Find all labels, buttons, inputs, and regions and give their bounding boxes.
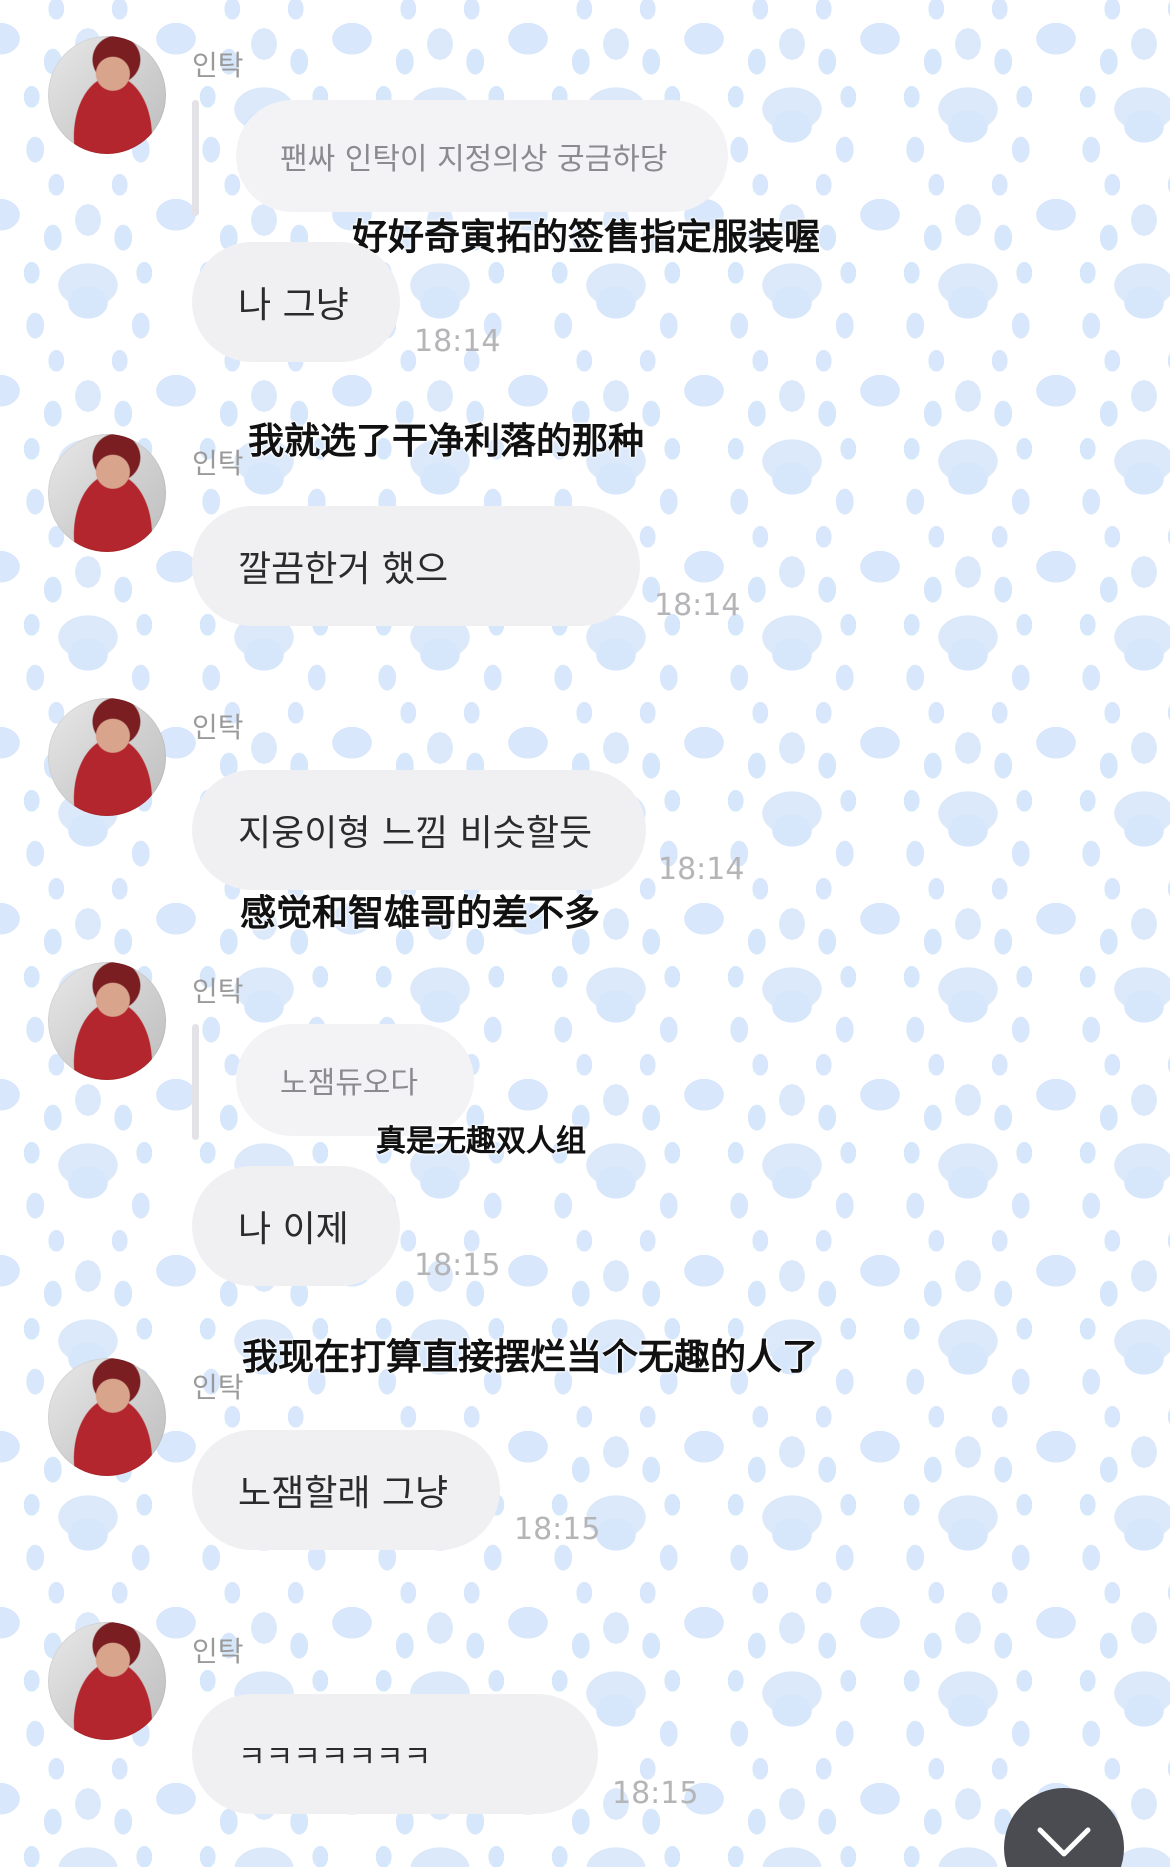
- avatar[interactable]: [48, 698, 166, 816]
- message-bubble[interactable]: ㅋㅋㅋㅋㅋㅋㅋ: [192, 1694, 598, 1814]
- reply-quote-bar: [192, 100, 199, 216]
- sender-name: 인탁: [192, 975, 244, 1008]
- message-timestamp: 18:14: [654, 588, 741, 623]
- message-bubble[interactable]: 깔끔한거 했으: [192, 506, 640, 626]
- translation-caption: 我现在打算直接摆烂当个无趣的人了: [242, 1337, 819, 1378]
- translation-caption: 真是无趣双人组: [376, 1124, 586, 1159]
- message-bubble[interactable]: 노잼할래 그냥: [192, 1430, 500, 1550]
- sender-name: 인탁: [192, 447, 244, 480]
- avatar[interactable]: [48, 1622, 166, 1740]
- avatar[interactable]: [48, 36, 166, 154]
- message-timestamp: 18:15: [514, 1512, 601, 1547]
- message-timestamp: 18:15: [414, 1248, 501, 1283]
- message-bubble[interactable]: 나 그냥: [192, 242, 400, 362]
- message-bubble[interactable]: 나 이제: [192, 1166, 400, 1286]
- translation-caption: 好好奇寅拓的签售指定服装喔: [352, 217, 821, 258]
- chevron-down-icon: [1037, 1827, 1091, 1857]
- translation-caption: 我就选了干净利落的那种: [248, 421, 645, 462]
- sender-name: 인탁: [192, 1635, 244, 1668]
- avatar[interactable]: [48, 1358, 166, 1476]
- message-timestamp: 18:15: [612, 1776, 699, 1811]
- translation-caption: 感觉和智雄哥的差不多: [240, 893, 601, 934]
- reply-quote-bar: [192, 1024, 199, 1140]
- sender-name: 인탁: [192, 49, 244, 82]
- message-timestamp: 18:14: [658, 852, 745, 887]
- sender-name: 인탁: [192, 711, 244, 744]
- message-bubble[interactable]: 지웅이형 느낌 비슷할듯: [192, 770, 646, 890]
- sender-name: 인탁: [192, 1371, 244, 1404]
- message-timestamp: 18:14: [414, 324, 501, 359]
- avatar[interactable]: [48, 962, 166, 1080]
- reply-quote[interactable]: 팬싸 인탁이 지정의상 궁금하당: [236, 100, 728, 212]
- avatar[interactable]: [48, 434, 166, 552]
